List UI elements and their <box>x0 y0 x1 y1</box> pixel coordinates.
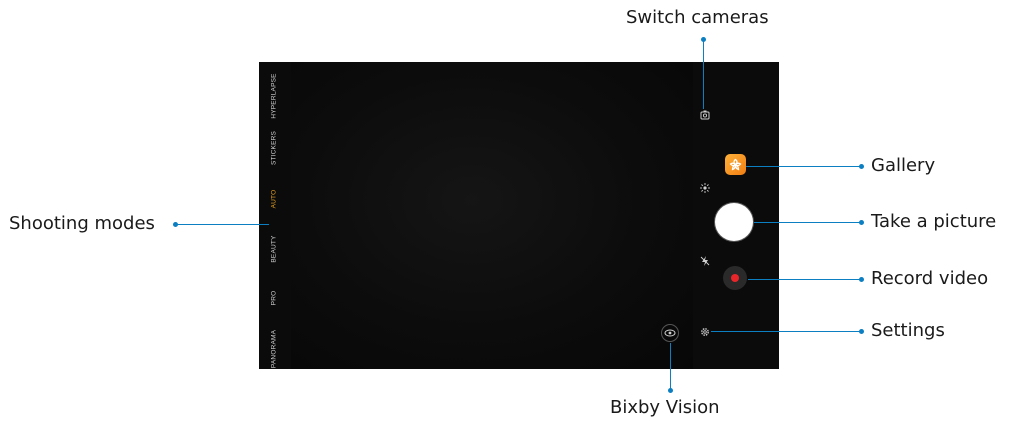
mode-panorama[interactable]: PANORAMA <box>271 330 278 368</box>
callout-dot <box>859 220 864 225</box>
shooting-modes-bar: HYPERLAPSE STICKERS AUTO BEAUTY PRO PANO… <box>259 62 289 369</box>
callout-dot <box>859 329 864 334</box>
camera-screen: HYPERLAPSE STICKERS AUTO BEAUTY PRO PANO… <box>259 62 779 369</box>
label-take-picture: Take a picture <box>871 211 997 232</box>
callout-dot <box>668 388 673 393</box>
mode-stickers[interactable]: STICKERS <box>271 131 278 165</box>
effects-icon[interactable] <box>699 182 711 194</box>
viewfinder[interactable] <box>291 62 693 369</box>
gallery-button[interactable] <box>725 154 746 175</box>
gear-icon[interactable] <box>699 326 711 338</box>
label-gallery: Gallery <box>871 155 936 176</box>
callout-line <box>703 39 704 109</box>
label-shooting-modes: Shooting modes <box>9 213 155 234</box>
label-bixby-vision: Bixby Vision <box>610 397 720 418</box>
callout-dot <box>859 164 864 169</box>
label-settings: Settings <box>871 320 945 341</box>
callout-line <box>746 166 862 167</box>
shutter-button[interactable] <box>717 205 751 239</box>
label-record-video: Record video <box>871 268 989 289</box>
callout-line <box>711 331 862 332</box>
callout-line <box>670 343 671 390</box>
mode-auto[interactable]: AUTO <box>271 190 278 209</box>
label-switch-cameras: Switch cameras <box>626 7 769 28</box>
flash-off-icon[interactable] <box>699 255 711 267</box>
callout-line <box>754 222 862 223</box>
record-button[interactable] <box>723 266 747 290</box>
mode-pro[interactable]: PRO <box>271 291 278 306</box>
switch-camera-icon[interactable] <box>699 109 711 121</box>
record-dot-icon <box>731 274 739 282</box>
callout-line <box>176 224 269 225</box>
bixby-vision-icon <box>664 329 676 337</box>
gallery-flower-icon <box>729 158 742 171</box>
mode-hyperlapse[interactable]: HYPERLAPSE <box>271 73 278 118</box>
callout-dot <box>859 277 864 282</box>
mode-beauty[interactable]: BEAUTY <box>271 235 278 262</box>
bixby-vision-button[interactable] <box>661 324 679 342</box>
callout-line <box>748 279 862 280</box>
